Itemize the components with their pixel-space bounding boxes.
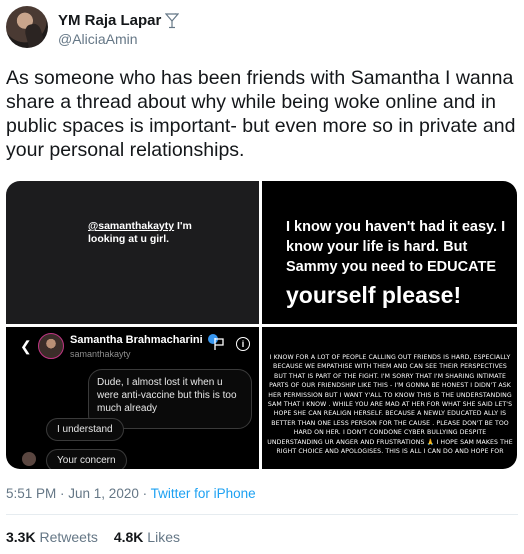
author-name[interactable]: YM Raja Lapar bbox=[58, 12, 161, 29]
story-caption-large: yourself please! bbox=[286, 282, 462, 308]
info-icon: i bbox=[236, 337, 250, 351]
dm-sender-avatar bbox=[22, 452, 36, 466]
media-panel-1[interactable]: @samanthakayty I'm looking at u girl. bbox=[6, 181, 259, 324]
back-arrow-icon: ❮ bbox=[20, 338, 32, 354]
tweet-time[interactable]: 5:51 PM bbox=[6, 486, 56, 501]
media-panel-4[interactable]: I know for a lot of people calling out f… bbox=[262, 327, 517, 469]
dm-contact-avatar bbox=[38, 333, 64, 359]
tweet-meta: 5:51 PM · Jun 1, 2020 · Twitter for iPho… bbox=[6, 486, 256, 501]
flag-icon bbox=[214, 338, 224, 350]
dm-contact-name-row: Samantha Brahmacharini bbox=[70, 334, 218, 346]
tweet-media-grid: @samanthakayty I'm looking at u girl. I … bbox=[6, 181, 517, 469]
dm-header: ❮ Samantha Brahmacharini samanthakayty i bbox=[6, 327, 259, 365]
tweet-date[interactable]: Jun 1, 2020 bbox=[68, 486, 139, 501]
retweets-count: 3.3K bbox=[6, 529, 36, 545]
meta-separator: · bbox=[56, 486, 69, 501]
retweets-stat[interactable]: 3.3K Retweets bbox=[6, 529, 98, 545]
tweet-stats: 3.3K Retweets 4.8K Likes bbox=[6, 529, 180, 545]
author-avatar[interactable] bbox=[6, 6, 48, 48]
divider bbox=[6, 514, 518, 515]
dm-message-received: I understand bbox=[46, 418, 124, 441]
retweets-label: Retweets bbox=[39, 529, 98, 545]
story-mention: @samanthakayty bbox=[88, 220, 175, 232]
author-name-row[interactable]: YM Raja Lapar bbox=[58, 12, 180, 29]
tweet-text: As someone who has been friends with Sam… bbox=[6, 67, 516, 161]
media-panel-3[interactable]: ❮ Samantha Brahmacharini samanthakayty i… bbox=[6, 327, 259, 469]
likes-count: 4.8K bbox=[113, 529, 144, 545]
tweet-header: YM Raja Lapar @AliciaAmin bbox=[6, 6, 518, 50]
author-handle[interactable]: @AliciaAmin bbox=[58, 31, 138, 47]
media-panel-2[interactable]: I know you haven't had it easy. I know y… bbox=[262, 181, 517, 324]
story-text-after: I'm bbox=[174, 220, 192, 232]
likes-stat[interactable]: 4.8K Likes bbox=[114, 529, 180, 545]
story-long-text: I know for a lot of people calling out f… bbox=[267, 354, 513, 456]
dm-contact-username: samanthakayty bbox=[70, 349, 131, 359]
tweet-source-link[interactable]: Twitter for iPhone bbox=[151, 486, 256, 501]
story-text-line2: looking at u girl. bbox=[88, 233, 170, 245]
meta-separator: · bbox=[138, 486, 151, 501]
likes-label: Likes bbox=[147, 529, 180, 545]
story-text: @samanthakayty I'm looking at u girl. bbox=[88, 220, 228, 246]
cocktail-glass-icon bbox=[165, 12, 180, 28]
story-caption: I know you haven't had it easy. I know y… bbox=[286, 219, 506, 275]
dm-message-received: Your concern bbox=[46, 449, 127, 469]
dm-contact-name: Samantha Brahmacharini bbox=[70, 334, 203, 346]
